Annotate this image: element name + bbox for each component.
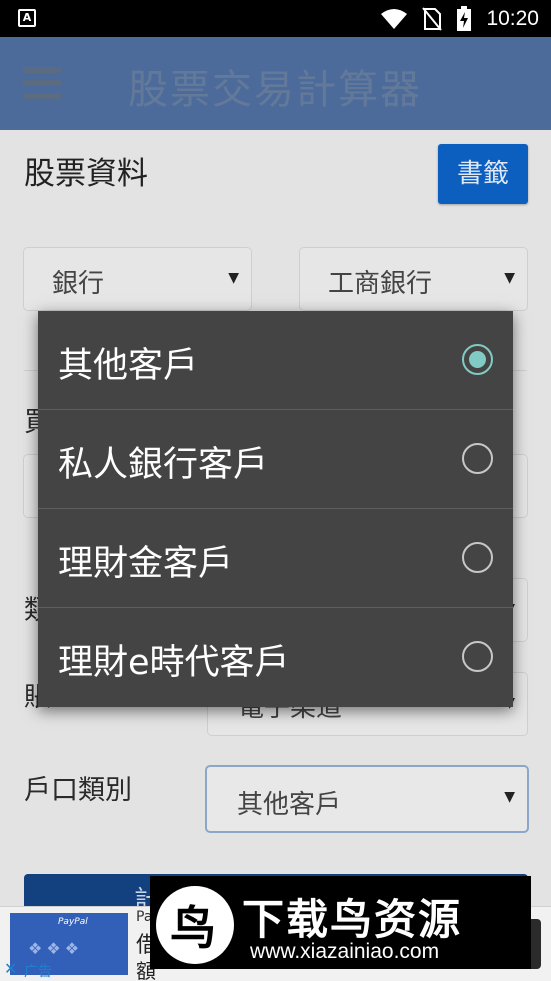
institution-name-value: 工商銀行 xyxy=(328,269,433,299)
account-type-label: 戶口類別 xyxy=(24,775,132,806)
option-label: 理財e時代客戶 xyxy=(58,643,290,683)
watermark-url: www.xiazainiao.com xyxy=(250,940,440,963)
no-sim-icon xyxy=(422,7,443,31)
section-title: 股票資料 xyxy=(24,156,148,192)
option-label: 私人銀行客戶 xyxy=(58,445,269,485)
dropdown-option-wealth-e-era[interactable]: 理財e時代客戶 xyxy=(38,608,513,707)
institution-name-select[interactable]: 工商銀行 ▼ xyxy=(299,247,528,311)
app-title: 股票交易計算器 xyxy=(128,67,422,113)
menu-icon[interactable] xyxy=(23,67,61,99)
dropdown-arrow-icon: ▼ xyxy=(504,789,515,805)
ad-tag: 广告 xyxy=(24,964,52,980)
watermark-title: 下载鸟资源 xyxy=(242,895,463,944)
dropdown-option-other[interactable]: 其他客戶 xyxy=(38,311,513,410)
radio-unselected-icon[interactable] xyxy=(462,641,493,672)
watermark: 鸟 下载鸟资源 www.xiazainiao.com xyxy=(150,876,531,969)
clock: 10:20 xyxy=(486,7,539,30)
ad-decoration-icon: ❖❖❖ xyxy=(28,939,84,958)
radio-selected-icon[interactable] xyxy=(462,344,493,375)
ad-brand: PayPal xyxy=(58,917,88,927)
institution-type-value: 銀行 xyxy=(52,269,105,299)
watermark-logo-icon: 鸟 xyxy=(156,886,234,964)
bookmark-button[interactable]: 書籤 xyxy=(438,144,528,204)
status-bar: A 10:20 xyxy=(0,0,551,37)
accessibility-icon: A xyxy=(18,9,36,27)
status-icons: 10:20 xyxy=(380,4,539,34)
dropdown-option-wealth-gold[interactable]: 理財金客戶 xyxy=(38,509,513,608)
battery-charging-icon xyxy=(457,6,472,31)
wifi-icon xyxy=(381,9,408,29)
account-type-select[interactable]: 其他客戶 ▼ xyxy=(205,765,529,833)
option-label: 理財金客戶 xyxy=(58,544,234,584)
dropdown-option-private-banking[interactable]: 私人銀行客戶 xyxy=(38,410,513,509)
radio-unselected-icon[interactable] xyxy=(462,443,493,474)
institution-type-select[interactable]: 銀行 ▼ xyxy=(23,247,252,311)
option-label: 其他客戶 xyxy=(58,346,199,386)
account-type-value: 其他客戶 xyxy=(237,790,342,820)
dropdown-arrow-icon: ▼ xyxy=(228,270,239,286)
dropdown-arrow-icon: ▼ xyxy=(504,270,515,286)
account-type-dropdown: 其他客戶 私人銀行客戶 理財金客戶 理財e時代客戶 xyxy=(38,311,513,707)
radio-unselected-icon[interactable] xyxy=(462,542,493,573)
app-bar: 股票交易計算器 xyxy=(0,37,551,130)
close-icon[interactable]: ✕ xyxy=(4,959,17,978)
